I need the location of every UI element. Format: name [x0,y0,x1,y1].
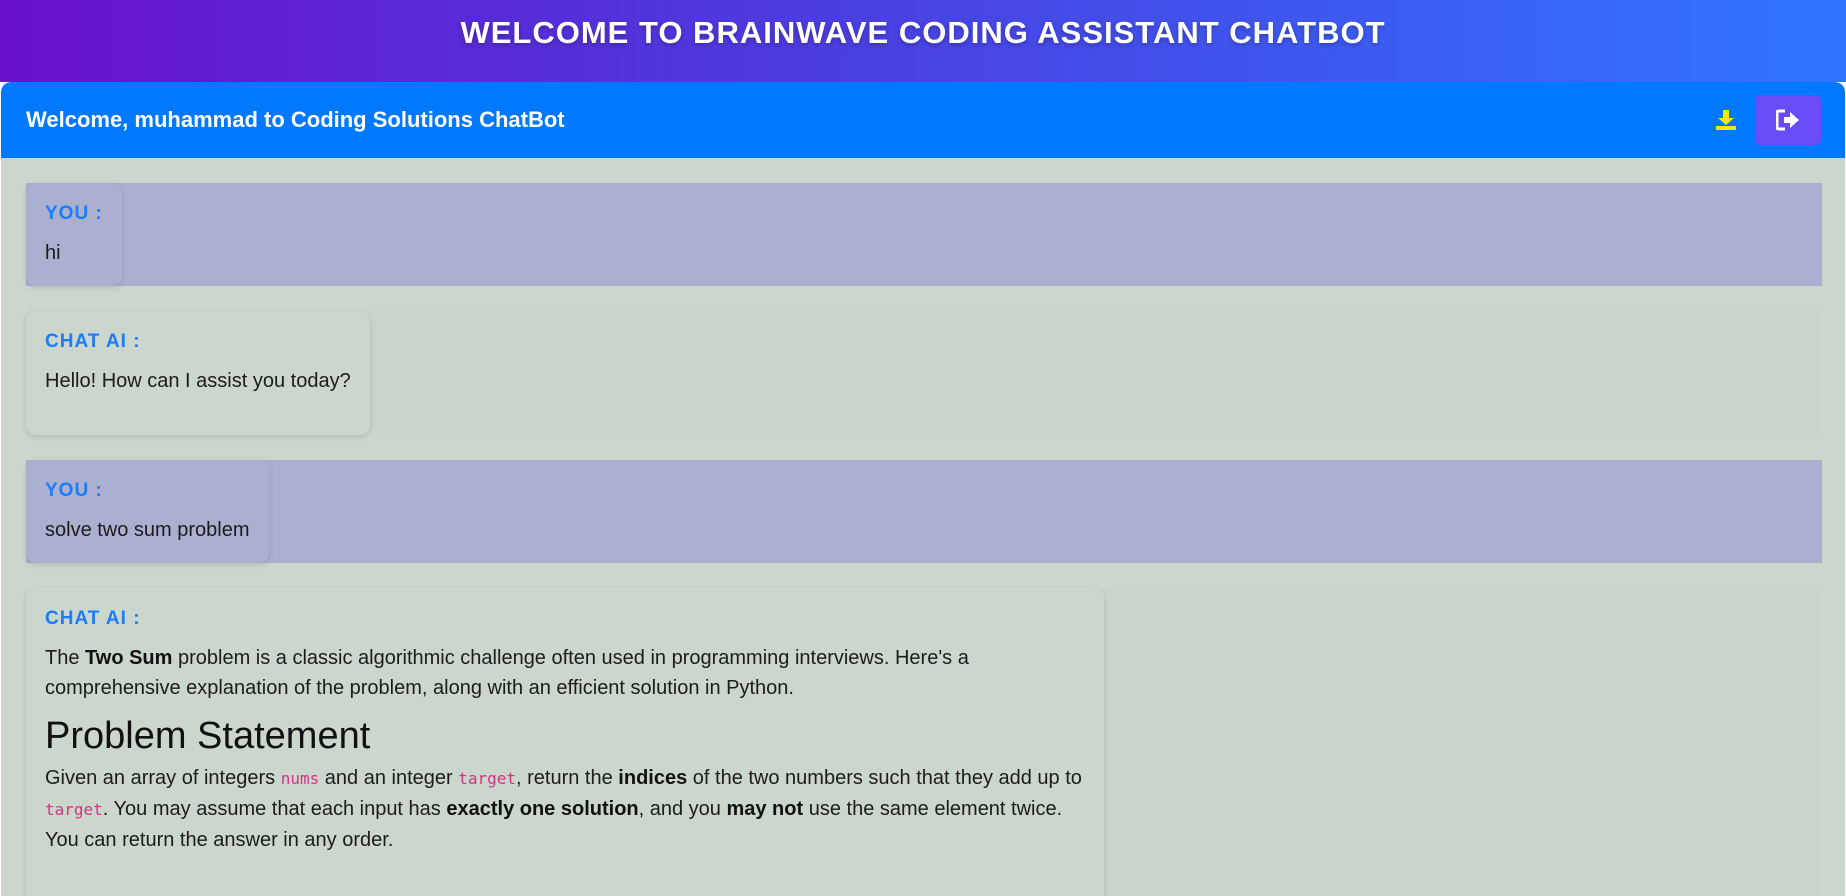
text-span: . You may assume that each input has [102,798,447,820]
message-text: hi [45,242,61,264]
bot-message: CHAT AI : The Two Sum problem is a class… [26,588,1104,896]
download-chat-button[interactable] [1711,105,1741,135]
chat-header: Welcome, muhammad to Coding Solutions Ch… [1,82,1845,158]
answer-heading: Problem Statement [45,715,371,757]
message-list: YOU : hi CHAT AI : Hello! How can I assi… [1,158,1845,896]
sign-out-icon [1776,109,1799,131]
sender-label: CHAT AI : [45,331,141,352]
text-span: The [45,647,86,669]
user-message-row: YOU : hi [26,183,1822,286]
text-span: , and you [638,798,727,820]
download-icon [1716,110,1736,130]
message-text: Hello! How can I assist you today? [45,370,351,392]
sender-label: YOU : [45,203,103,224]
top-banner: WELCOME TO BRAINWAVE CODING ASSISTANT CH… [0,0,1846,82]
inline-code: target [458,769,517,788]
text-span: and an integer [319,767,459,789]
bold-text: indices [618,767,688,789]
bot-message-row: CHAT AI : The Two Sum problem is a class… [26,588,1822,896]
inline-code: target [45,800,103,819]
bold-text: exactly one solution [446,798,639,820]
user-message: YOU : hi [26,183,122,286]
chat-header-title: Welcome, muhammad to Coding Solutions Ch… [26,107,565,132]
user-message-row: YOU : solve two sum problem [26,460,1822,563]
sender-label: CHAT AI : [45,608,141,629]
text-span: of the two numbers such that they add up… [687,767,1082,789]
sender-label: YOU : [45,480,103,501]
text-span: problem is a classic algorithmic challen… [45,647,969,699]
banner-title: WELCOME TO BRAINWAVE CODING ASSISTANT CH… [460,15,1386,50]
answer-intro: The Two Sum problem is a classic algorit… [45,643,1085,703]
message-text: The Two Sum problem is a classic algorit… [45,643,1085,855]
text-span: , return the [516,767,619,789]
bot-message: CHAT AI : Hello! How can I assist you to… [26,311,370,435]
bold-text: may not [726,798,804,820]
text-span: Given an array of integers [45,767,281,789]
chat-panel: Welcome, muhammad to Coding Solutions Ch… [1,82,1845,896]
bold-text: Two Sum [85,647,173,669]
logout-button[interactable] [1755,95,1821,145]
problem-statement: Given an array of integers nums and an i… [45,763,1085,855]
inline-code: nums [280,769,320,788]
user-message: YOU : solve two sum problem [26,460,269,563]
message-text: solve two sum problem [45,519,250,541]
bot-message-row: CHAT AI : Hello! How can I assist you to… [26,311,1822,435]
